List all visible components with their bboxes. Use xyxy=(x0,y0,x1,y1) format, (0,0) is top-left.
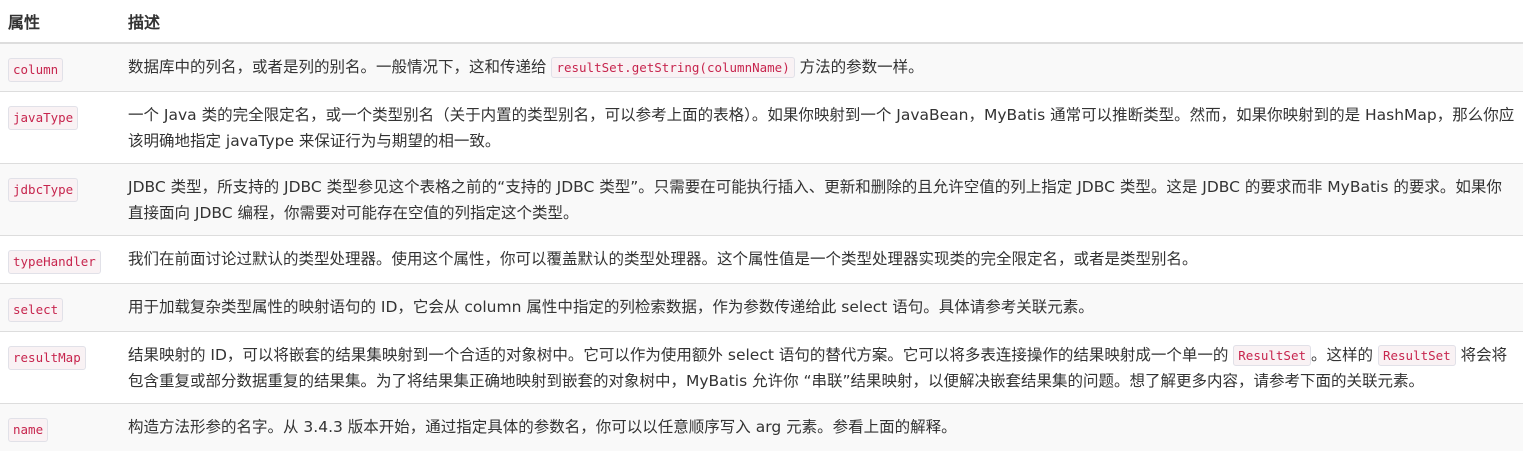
attr-name-code: jdbcType xyxy=(8,178,79,202)
attr-cell: jdbcType xyxy=(0,163,120,236)
desc-cell: 构造方法形参的名字。从 3.4.3 版本开始，通过指定具体的参数名，你可以以任意… xyxy=(120,403,1523,451)
table-header-row: 属性 描述 xyxy=(0,0,1523,44)
desc-cell: JDBC 类型，所支持的 JDBC 类型参见这个表格之前的“支持的 JDBC 类… xyxy=(120,163,1523,236)
table-row: select 用于加载复杂类型属性的映射语句的 ID，它会从 column 属性中… xyxy=(0,283,1523,332)
attr-cell: resultMap xyxy=(0,331,120,404)
attr-cell: typeHandler xyxy=(0,235,120,284)
desc-cell: 用于加载复杂类型属性的映射语句的 ID，它会从 column 属性中指定的列检索… xyxy=(120,283,1523,332)
desc-cell: 我们在前面讨论过默认的类型处理器。使用这个属性，你可以覆盖默认的类型处理器。这个… xyxy=(120,235,1523,284)
desc-text: 我们在前面讨论过默认的类型处理器。使用这个属性，你可以覆盖默认的类型处理器。这个… xyxy=(128,250,1198,268)
attr-cell: name xyxy=(0,403,120,451)
header-desc: 描述 xyxy=(120,0,1523,44)
table-row: name 构造方法形参的名字。从 3.4.3 版本开始，通过指定具体的参数名，你可… xyxy=(0,403,1523,451)
attr-name-code: resultMap xyxy=(8,346,86,370)
table-row: column 数据库中的列名，或者是列的别名。一般情况下，这和传递给 result… xyxy=(0,42,1523,92)
table-row: resultMap 结果映射的 ID，可以将嵌套的结果集映射到一个合适的对象树中。… xyxy=(0,331,1523,404)
desc-text: 构造方法形参的名字。从 3.4.3 版本开始，通过指定具体的参数名，你可以以任意… xyxy=(128,418,957,436)
attr-name-code: typeHandler xyxy=(8,250,101,274)
attr-cell: select xyxy=(0,283,120,332)
table-row: javaType 一个 Java 类的完全限定名，或一个类型别名（关于内置的类型别… xyxy=(0,91,1523,164)
desc-text: 。这样的 xyxy=(1311,346,1378,364)
attr-name-code: name xyxy=(8,418,49,442)
table-body: column 数据库中的列名，或者是列的别名。一般情况下，这和传递给 result… xyxy=(0,42,1523,451)
inline-code: ResultSet xyxy=(1377,345,1456,366)
desc-cell: 一个 Java 类的完全限定名，或一个类型别名（关于内置的类型别名，可以参考上面… xyxy=(120,91,1523,164)
desc-text: JDBC 类型，所支持的 JDBC 类型参见这个表格之前的“支持的 JDBC 类… xyxy=(128,178,1502,222)
desc-text: 方法的参数一样。 xyxy=(794,58,924,76)
desc-text: 数据库中的列名，或者是列的别名。一般情况下，这和传递给 xyxy=(128,58,552,76)
attr-cell: column xyxy=(0,42,120,92)
table-row: jdbcType JDBC 类型，所支持的 JDBC 类型参见这个表格之前的“支持… xyxy=(0,163,1523,236)
attr-name-code: column xyxy=(8,58,64,82)
desc-cell: 数据库中的列名，或者是列的别名。一般情况下，这和传递给 resultSet.ge… xyxy=(120,42,1523,92)
attribute-table: 属性 描述 column 数据库中的列名，或者是列的别名。一般情况下，这和传递给 … xyxy=(0,0,1523,451)
inline-code: ResultSet xyxy=(1233,345,1312,366)
desc-cell: 结果映射的 ID，可以将嵌套的结果集映射到一个合适的对象树中。它可以作为使用额外… xyxy=(120,331,1523,404)
attr-name-code: select xyxy=(8,298,64,322)
table-row: typeHandler 我们在前面讨论过默认的类型处理器。使用这个属性，你可以覆盖… xyxy=(0,235,1523,284)
inline-code: resultSet.getString(columnName) xyxy=(551,57,795,78)
desc-text: 结果映射的 ID，可以将嵌套的结果集映射到一个合适的对象树中。它可以作为使用额外… xyxy=(128,346,1234,364)
header-attr: 属性 xyxy=(0,0,120,44)
desc-text: 一个 Java 类的完全限定名，或一个类型别名（关于内置的类型别名，可以参考上面… xyxy=(128,106,1515,150)
desc-text: 用于加载复杂类型属性的映射语句的 ID，它会从 column 属性中指定的列检索… xyxy=(128,298,1094,316)
attr-name-code: javaType xyxy=(8,106,79,130)
attr-cell: javaType xyxy=(0,91,120,164)
